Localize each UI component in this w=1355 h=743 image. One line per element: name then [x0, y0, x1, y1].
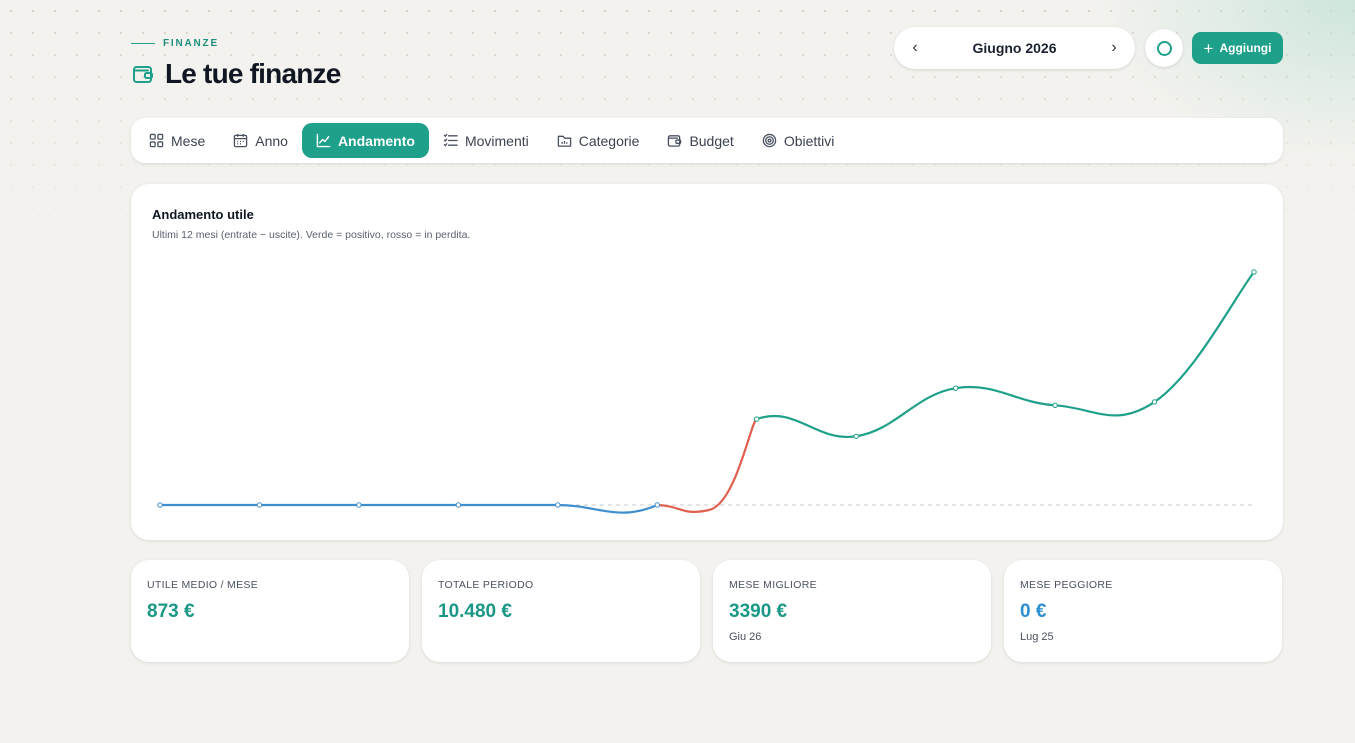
series-segment-flat	[556, 503, 659, 514]
series-segment-positive	[755, 414, 858, 439]
month-navigator: ‹ Giugno 2026 ›	[894, 27, 1135, 69]
chart-card: Andamento utile Ultimi 12 mesi (entrate …	[131, 184, 1283, 540]
series-segment-positive	[954, 386, 1057, 407]
stat-sub: Giu 26	[729, 631, 762, 643]
stat-label: TOTALE PERIODO	[438, 579, 534, 591]
stat-value: 10.480 €	[438, 601, 512, 622]
tab-label: Anno	[255, 132, 288, 149]
data-point[interactable]	[455, 502, 462, 508]
add-button[interactable]: + Aggiungi	[1192, 32, 1283, 64]
data-point[interactable]	[654, 502, 660, 508]
tab-categorie[interactable]: Categorie	[543, 123, 654, 158]
tab-label: Categorie	[578, 132, 640, 149]
page-heading: Le tue finanze	[165, 58, 341, 89]
eyebrow-label: FINANZE	[163, 38, 219, 49]
series-segment-negative	[656, 417, 758, 513]
current-month-label: Giugno 2026	[972, 40, 1057, 56]
grid-icon	[149, 133, 164, 148]
eyebrow-line	[131, 43, 155, 44]
series-segment-positive	[1153, 270, 1256, 404]
tab-label: Mese	[171, 132, 206, 149]
data-point[interactable]	[256, 502, 263, 508]
data-point[interactable]	[1151, 399, 1158, 405]
chevron-right-icon[interactable]: ›	[1107, 39, 1121, 57]
tab-bar: Mese Anno Andamento Movimenti Categorie …	[131, 118, 1283, 163]
data-point[interactable]	[555, 502, 561, 508]
chevron-left-icon[interactable]: ‹	[908, 39, 922, 57]
data-point[interactable]	[157, 502, 163, 508]
section-eyebrow: FINANZE	[131, 38, 219, 49]
series-segment-positive	[855, 387, 957, 438]
stat-value: 873 €	[147, 601, 195, 622]
data-point[interactable]	[853, 433, 859, 439]
add-button-label: Aggiungi	[1219, 41, 1272, 55]
wallet-icon	[131, 62, 155, 86]
stat-value: 0 €	[1020, 601, 1047, 622]
stat-value: 3390 €	[729, 601, 788, 622]
tab-label: Budget	[689, 132, 734, 149]
data-point[interactable]	[754, 416, 760, 422]
tab-obiettivi[interactable]: Obiettivi	[748, 123, 849, 158]
calendar-icon	[233, 133, 248, 148]
circle-icon	[1156, 40, 1172, 56]
stat-sub: Lug 25	[1020, 631, 1054, 643]
list-icon	[443, 133, 458, 148]
tab-andamento[interactable]: Andamento	[301, 123, 429, 158]
target-icon	[762, 133, 777, 148]
status-circle-button[interactable]	[1145, 29, 1183, 67]
stat-label: UTILE MEDIO / MESE	[147, 579, 258, 591]
tab-movimenti[interactable]: Movimenti	[429, 123, 543, 158]
stat-label: MESE MIGLIORE	[729, 579, 817, 591]
series-segment-positive	[1053, 400, 1156, 417]
wallet-icon	[667, 133, 682, 148]
data-point[interactable]	[1251, 269, 1257, 275]
tab-label: Movimenti	[464, 132, 529, 149]
stat-label: MESE PEGGIORE	[1020, 579, 1113, 591]
stat-card-worst-month: MESE PEGGIORE 0 € Lug 25	[1004, 560, 1282, 662]
stat-card-total: TOTALE PERIODO 10.480 €	[422, 560, 700, 662]
tab-mese[interactable]: Mese	[135, 123, 219, 158]
tab-budget[interactable]: Budget	[653, 123, 747, 158]
tab-label: Obiettivi	[783, 132, 835, 149]
data-point[interactable]	[1052, 402, 1058, 409]
page-title: Le tue finanze	[131, 58, 341, 90]
profit-line-chart	[157, 269, 1257, 514]
stat-card-best-month: MESE MIGLIORE 3390 € Giu 26	[713, 560, 991, 662]
stat-card-average: UTILE MEDIO / MESE 873 €	[131, 560, 409, 662]
trend-chart-icon	[316, 133, 331, 148]
data-point[interactable]	[356, 502, 362, 508]
tab-anno[interactable]: Anno	[219, 123, 302, 158]
data-point[interactable]	[952, 385, 959, 391]
tab-label: Andamento	[337, 132, 415, 149]
plus-icon: +	[1203, 38, 1214, 58]
folder-icon	[557, 133, 572, 148]
